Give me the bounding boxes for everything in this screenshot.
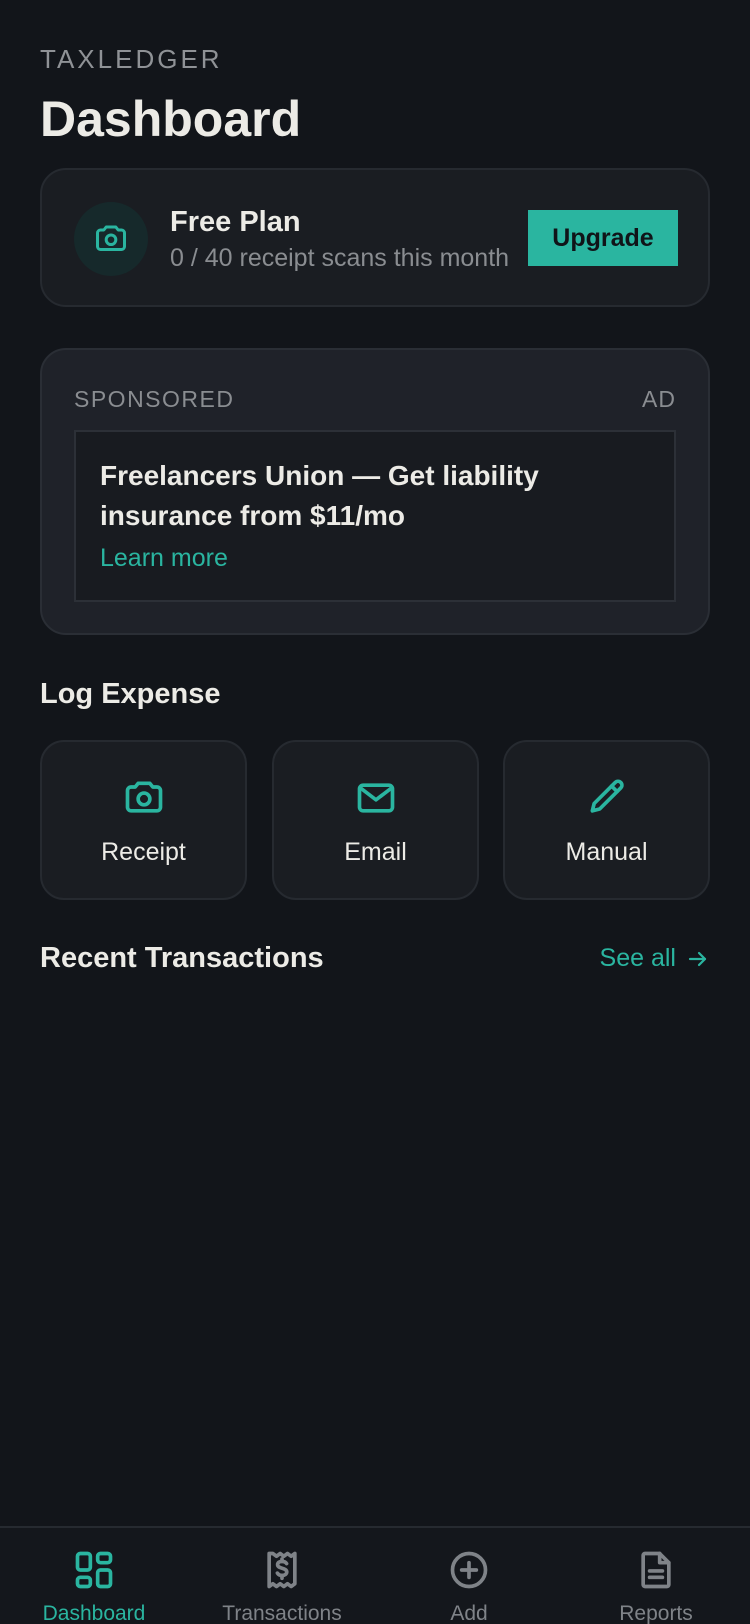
sponsored-card: SPONSORED AD Freelancers Union — Get lia… [40,348,710,635]
ad-headline: Freelancers Union — Get liability insura… [100,460,539,531]
email-label: Email [344,838,407,866]
app-brand: TAXLEDGER [40,44,223,74]
log-expense-title: Log Expense [40,678,221,710]
plus-circle-icon [450,1551,488,1589]
ad-tag: AD [642,386,676,412]
ad-content[interactable]: Freelancers Union — Get liability insura… [74,430,676,602]
page-title: Dashboard [40,91,302,147]
see-all-link[interactable]: See all [600,944,710,973]
recent-transactions-title: Recent Transactions [40,942,324,974]
pencil-icon [590,779,624,813]
camera-icon [125,781,162,813]
nav-add[interactable]: Add [375,1548,563,1624]
bottom-nav: Dashboard Transactions Add Reports [0,1526,750,1624]
manual-label: Manual [565,838,648,866]
sponsored-label: SPONSORED [74,386,235,412]
plan-icon-badge [74,202,148,276]
plan-name: Free Plan [170,206,301,238]
receipt-dollar-icon [267,1551,297,1589]
nav-transactions-label: Transactions [222,1602,342,1624]
mail-icon [357,783,394,813]
camera-icon [96,225,126,251]
dashboard-screen: TAXLEDGER Dashboard Free Plan 0 / 40 rec… [0,0,750,1624]
grid-icon [75,1551,113,1589]
receipt-label: Receipt [101,838,186,866]
plan-usage: 0 / 40 receipt scans this month [170,244,510,272]
nav-reports-label: Reports [619,1602,693,1624]
see-all-label: See all [599,944,676,972]
arrow-right-icon [688,951,707,966]
document-icon [641,1551,671,1589]
upgrade-button[interactable]: Upgrade [528,210,678,266]
learn-more-link[interactable]: Learn more [100,544,228,573]
email-option[interactable]: Email [272,740,479,900]
nav-dashboard-label: Dashboard [42,1602,146,1624]
receipt-option[interactable]: Receipt [40,740,247,900]
nav-reports[interactable]: Reports [562,1548,750,1624]
nav-add-label: Add [450,1602,488,1624]
nav-transactions[interactable]: Transactions [188,1548,376,1624]
plan-card: Free Plan 0 / 40 receipt scans this mont… [40,168,710,307]
nav-dashboard[interactable]: Dashboard [0,1548,188,1624]
manual-option[interactable]: Manual [503,740,710,900]
